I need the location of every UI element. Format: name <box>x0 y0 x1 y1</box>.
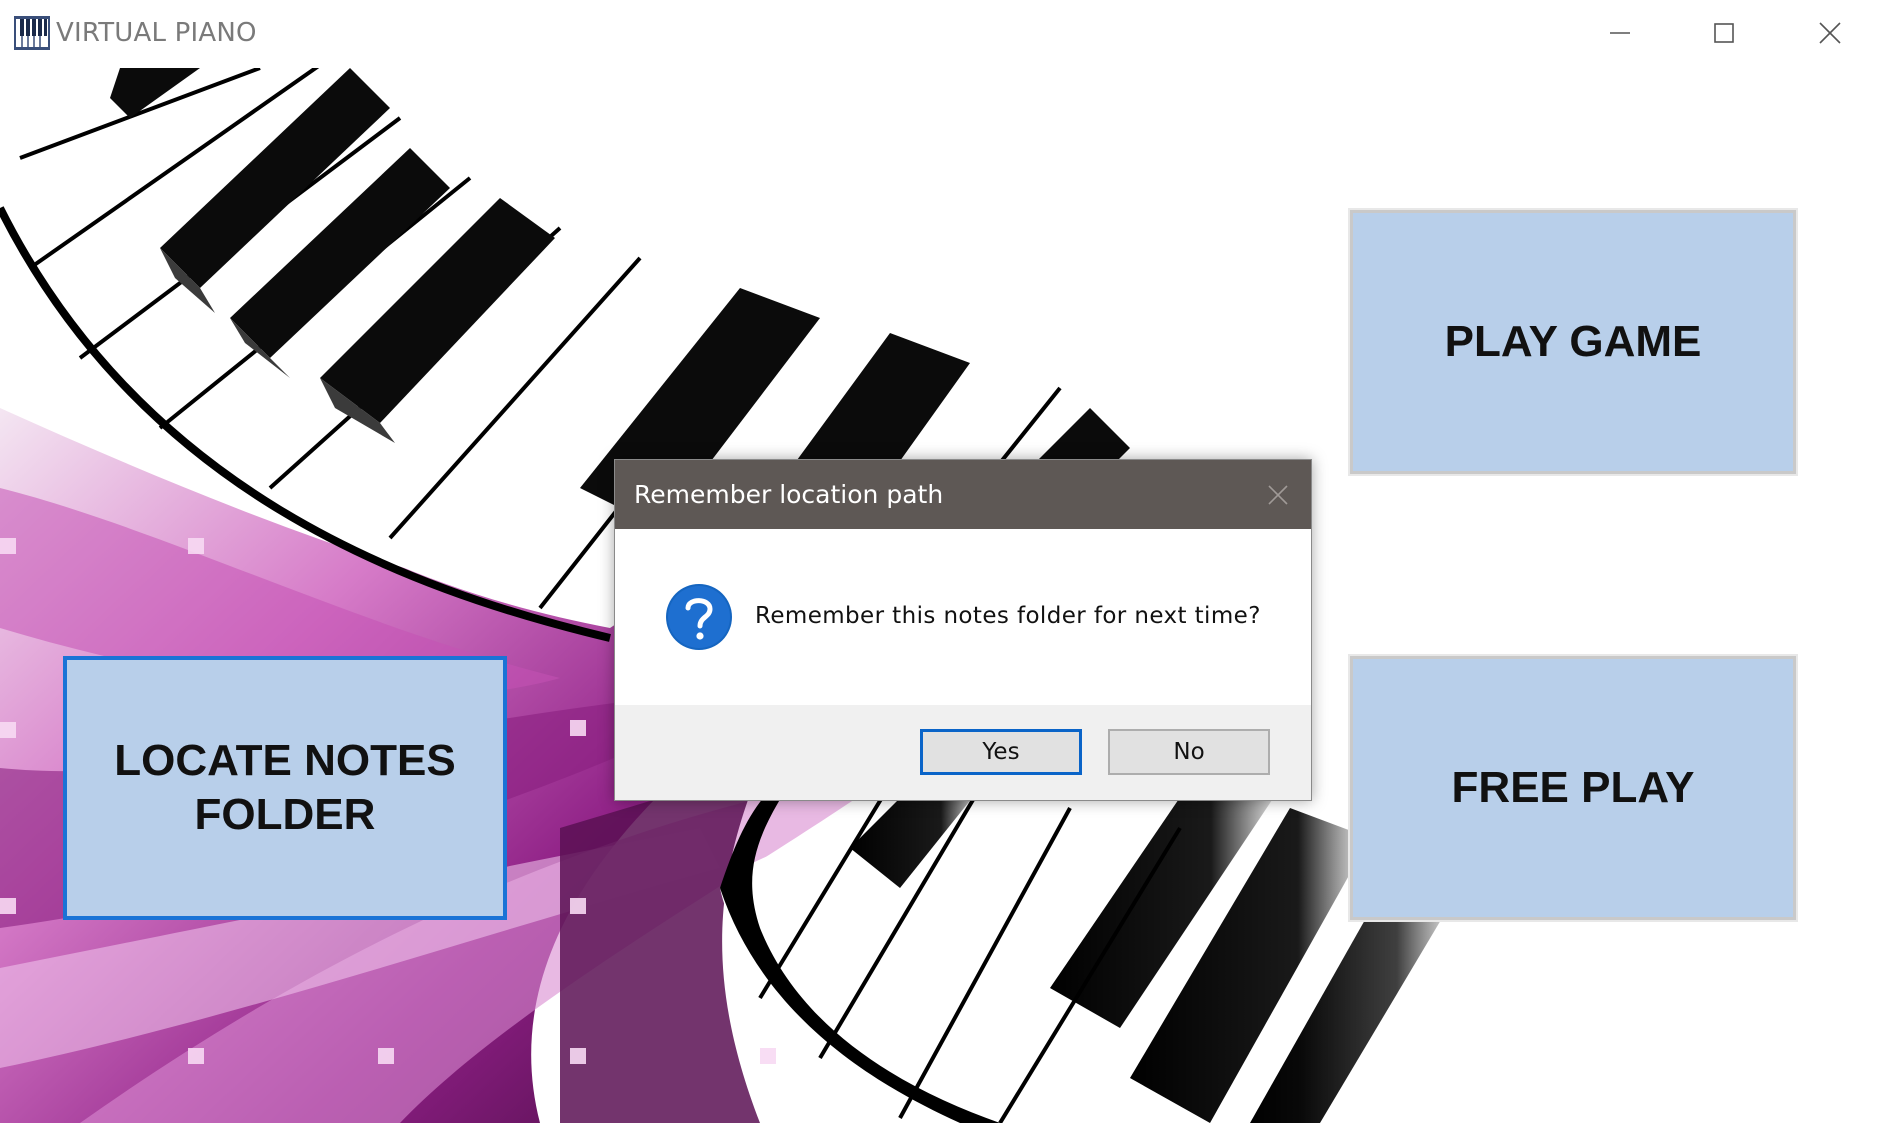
dialog-body: Remember this notes folder for next time… <box>615 529 1311 705</box>
minimize-button[interactable] <box>1568 0 1672 66</box>
maximize-button[interactable] <box>1672 0 1776 66</box>
title-bar[interactable]: VIRTUAL PIANO <box>0 0 1885 68</box>
piano-icon <box>14 16 50 50</box>
maximize-icon <box>1714 23 1734 43</box>
close-window-button[interactable] <box>1778 0 1882 66</box>
question-icon <box>664 582 734 652</box>
yes-button[interactable]: Yes <box>920 729 1082 775</box>
no-button[interactable]: No <box>1108 729 1270 775</box>
dialog-close-button[interactable] <box>1263 480 1293 510</box>
free-play-button[interactable]: FREE PLAY <box>1348 654 1798 922</box>
minimize-icon <box>1610 32 1630 34</box>
locate-notes-label-line2: FOLDER <box>194 790 376 839</box>
remember-location-dialog: Remember location path Remember this not… <box>614 459 1312 801</box>
dialog-title-bar[interactable]: Remember location path <box>615 460 1311 529</box>
play-game-button[interactable]: PLAY GAME <box>1348 208 1798 476</box>
dialog-button-bar: Yes No <box>615 705 1311 800</box>
dialog-message: Remember this notes folder for next time… <box>755 603 1261 629</box>
locate-notes-label: LOCATE NOTES FOLDER <box>114 734 455 842</box>
dialog-title: Remember location path <box>634 480 944 509</box>
locate-notes-label-line1: LOCATE NOTES <box>114 736 456 785</box>
close-icon <box>1268 485 1288 505</box>
close-icon <box>1819 22 1841 44</box>
window-title: VIRTUAL PIANO <box>56 18 257 48</box>
app-window: VIRTUAL PIANO PLAY GAME FREE PLAY LOCATE… <box>0 0 1885 1123</box>
locate-notes-folder-button[interactable]: LOCATE NOTES FOLDER <box>63 656 507 920</box>
